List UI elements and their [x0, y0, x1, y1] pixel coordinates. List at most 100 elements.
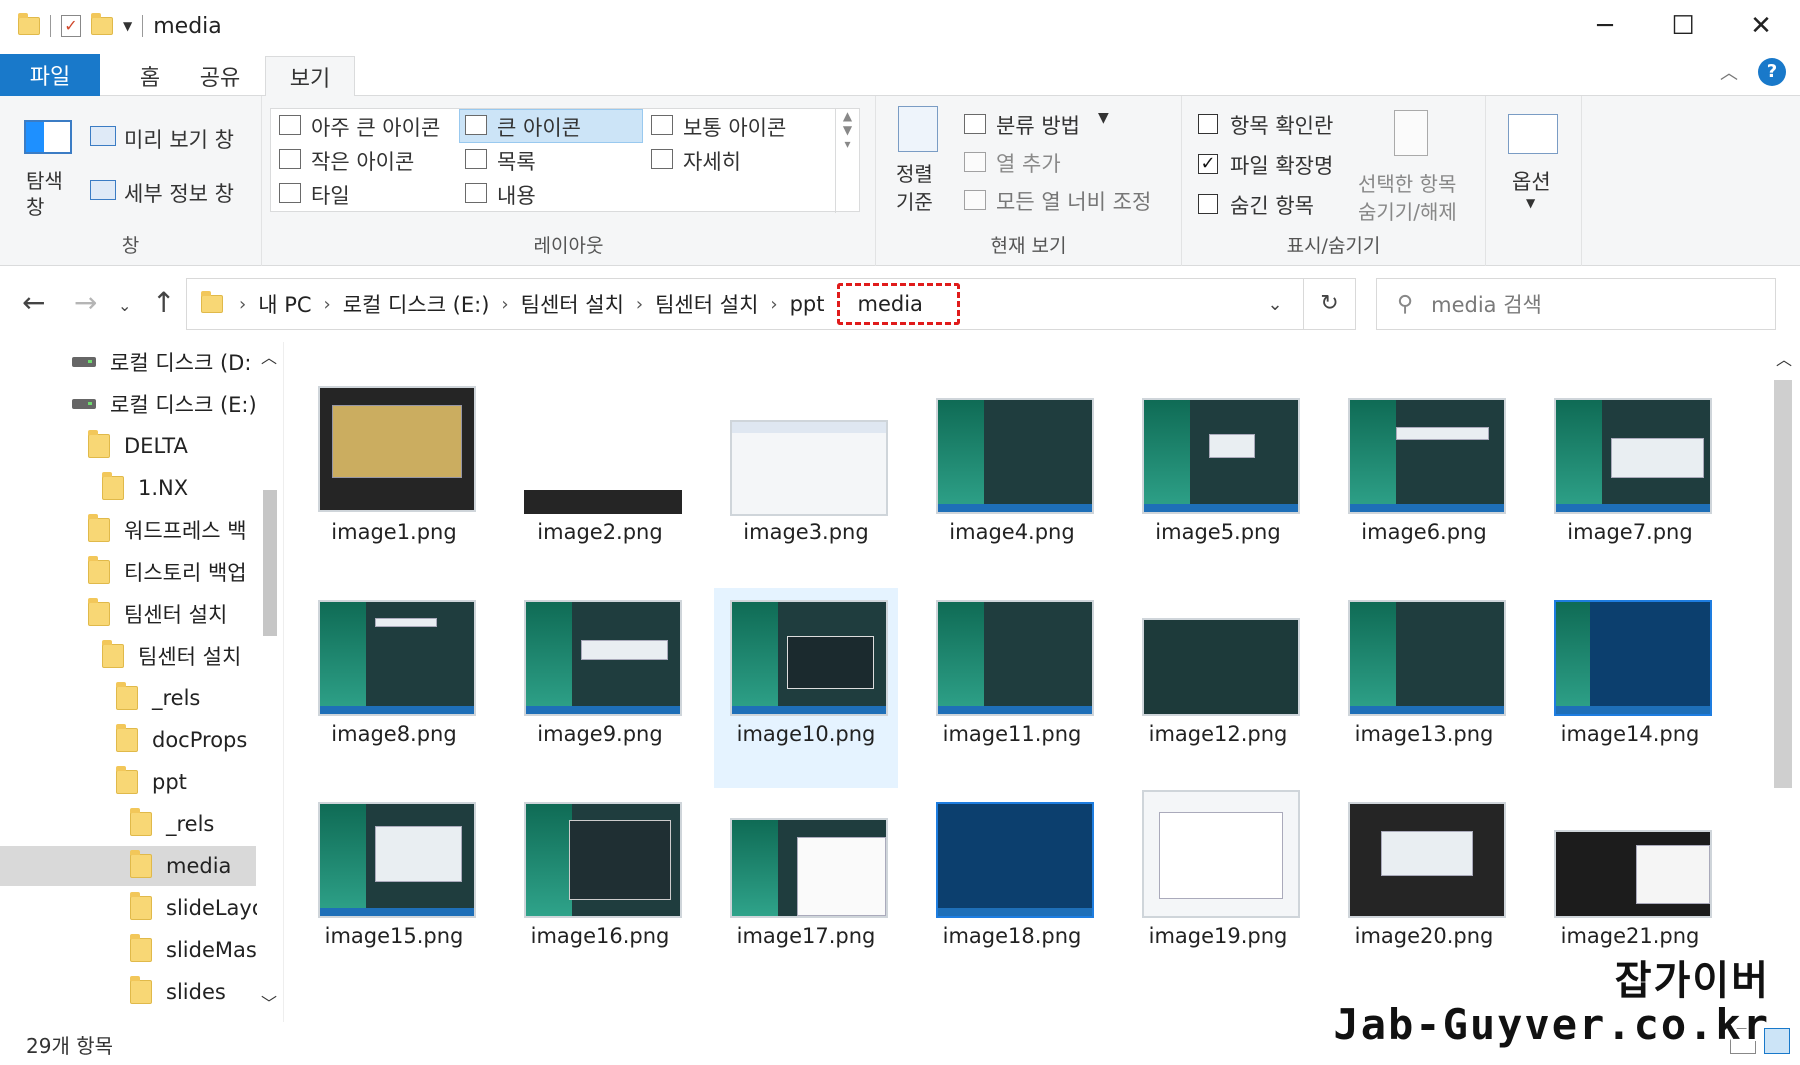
breadcrumb-item[interactable]: 팀센터 설치 — [649, 289, 764, 319]
file-extensions-checkbox[interactable]: ✓ — [1198, 154, 1218, 174]
tree-item-folder[interactable]: _rels — [116, 678, 200, 718]
properties-icon[interactable]: ✓ — [61, 15, 81, 37]
chevron-right-icon[interactable]: › — [495, 294, 514, 315]
tab-share[interactable]: 공유 — [190, 56, 250, 96]
drive-icon — [72, 399, 96, 409]
tree-item-drive-d[interactable]: 로컬 디스크 (D: — [72, 342, 251, 382]
content-scrollbar[interactable]: ︿ — [1770, 342, 1796, 942]
close-button[interactable]: ✕ — [1722, 0, 1800, 52]
navigation-pane-icon[interactable] — [24, 120, 72, 154]
file-tile[interactable]: image15.png — [302, 790, 486, 990]
hide-selected-label-2[interactable]: 숨기기/해제 — [1358, 196, 1457, 225]
hidden-items-checkbox[interactable] — [1198, 194, 1218, 214]
file-tile[interactable]: image13.png — [1332, 588, 1516, 788]
tree-item-folder[interactable]: 팀센터 설치 — [88, 594, 227, 634]
file-tile[interactable]: image1.png — [302, 386, 486, 586]
sidebar-scrollbar[interactable]: ︿ ﹀ — [257, 342, 283, 1022]
breadcrumb-item[interactable]: 내 PC — [252, 289, 317, 319]
tree-item-folder[interactable]: slideMaste — [130, 930, 278, 970]
layout-content[interactable]: 내용 — [497, 180, 536, 210]
customize-toolbar-icon[interactable]: ▼ — [123, 19, 132, 33]
breadcrumb-item[interactable]: ppt — [784, 292, 831, 316]
group-by-button[interactable]: 분류 방법 — [996, 110, 1080, 140]
address-dropdown-icon[interactable]: ⌄ — [1247, 294, 1303, 315]
breadcrumb-item[interactable]: 로컬 디스크 (E:) — [337, 289, 496, 319]
tree-item-folder[interactable]: 팀센터 설치 — [102, 636, 241, 676]
details-pane-button[interactable]: 세부 정보 창 — [124, 178, 234, 208]
navigation-pane-button[interactable]: 탐색 창 — [26, 168, 63, 220]
file-tile[interactable]: image18.png — [920, 790, 1104, 990]
chevron-right-icon[interactable]: › — [764, 294, 783, 315]
options-button[interactable]: 옵션 — [1512, 166, 1551, 196]
tree-item-folder[interactable]: 티스토리 백업 — [88, 552, 247, 592]
file-tile[interactable]: image14.png — [1538, 588, 1722, 788]
maximize-button[interactable]: ☐ — [1644, 0, 1722, 52]
refresh-icon[interactable]: ↻ — [1303, 279, 1355, 329]
tree-item-label: 워드프레스 백 — [124, 519, 247, 543]
layout-medium-icons[interactable]: 보통 아이콘 — [683, 112, 786, 142]
up-button[interactable]: ↑ — [152, 286, 175, 319]
add-columns-button[interactable]: 열 추가 — [996, 148, 1061, 178]
file-tile[interactable]: image3.png — [714, 386, 898, 586]
minimize-button[interactable]: ─ — [1566, 0, 1644, 52]
chevron-right-icon[interactable]: › — [318, 294, 337, 315]
layout-tiles[interactable]: 타일 — [311, 180, 350, 210]
layout-extra-large-icons[interactable]: 아주 큰 아이콘 — [311, 112, 440, 142]
file-tile[interactable]: image4.png — [920, 386, 1104, 586]
search-box[interactable]: ⚲ media 검색 — [1376, 278, 1776, 330]
forward-button[interactable]: → — [74, 286, 97, 319]
file-tile[interactable]: image16.png — [508, 790, 692, 990]
layout-large-icons[interactable]: 큰 아이콘 — [497, 112, 581, 142]
breadcrumb-item[interactable]: 팀센터 설치 — [515, 289, 630, 319]
size-columns-button[interactable]: 모든 열 너비 조정 — [996, 186, 1151, 216]
file-tile[interactable]: image17.png — [714, 790, 898, 990]
layout-gallery-scroll[interactable]: ▲ ▼ ▾ — [835, 109, 859, 213]
collapse-ribbon-icon[interactable]: ︿ — [1720, 59, 1738, 85]
options-icon — [1508, 114, 1558, 154]
file-tile[interactable]: image5.png — [1126, 386, 1310, 586]
file-tile[interactable]: image2.png — [508, 386, 692, 586]
tab-file[interactable]: 파일 — [0, 54, 100, 96]
tree-item-folder[interactable]: 워드프레스 백 — [88, 510, 247, 550]
file-tile[interactable]: image6.png — [1332, 386, 1516, 586]
item-checkboxes-checkbox[interactable] — [1198, 114, 1218, 134]
tab-view[interactable]: 보기 — [265, 56, 355, 97]
file-tile[interactable]: image11.png — [920, 588, 1104, 788]
tree-item-folder[interactable]: slideLayou — [130, 888, 278, 928]
file-tile[interactable]: image7.png — [1538, 386, 1722, 586]
scroll-up-icon[interactable]: ︿ — [1776, 346, 1792, 370]
address-bar[interactable]: › 내 PC › 로컬 디스크 (E:) › 팀센터 설치 › 팀센터 설치 ›… — [186, 278, 1356, 330]
preview-pane-button[interactable]: 미리 보기 창 — [124, 124, 234, 154]
new-folder-icon[interactable] — [91, 13, 113, 35]
tree-item-folder[interactable]: _rels — [130, 804, 214, 844]
tree-item-folder[interactable]: docProps — [116, 720, 247, 760]
file-tile[interactable]: image19.png — [1126, 790, 1310, 990]
hide-selected-label-1[interactable]: 선택한 항목 — [1358, 168, 1456, 197]
tree-item-media-selected[interactable]: media — [0, 846, 256, 886]
file-tile-selected[interactable]: image10.png — [714, 588, 898, 788]
breadcrumb-current[interactable]: media — [836, 283, 960, 325]
tree-item-folder[interactable]: slides — [130, 972, 226, 1012]
tree-item-folder[interactable]: 1.NX — [102, 468, 188, 508]
back-button[interactable]: ← — [22, 286, 45, 319]
scroll-down-icon[interactable]: ﹀ — [261, 990, 277, 1014]
tab-home[interactable]: 홈 — [120, 56, 180, 96]
help-icon[interactable]: ? — [1758, 58, 1786, 86]
scroll-up-icon[interactable]: ︿ — [261, 344, 277, 368]
image-thumbnail — [936, 398, 1094, 514]
layout-small-icons[interactable]: 작은 아이콘 — [311, 146, 414, 176]
recent-locations-button[interactable]: ⌄ — [118, 296, 131, 315]
scrollbar-thumb[interactable] — [1774, 380, 1792, 788]
file-tile[interactable]: image8.png — [302, 588, 486, 788]
tree-item-drive-e[interactable]: 로컬 디스크 (E:) — [72, 384, 257, 424]
tree-item-folder[interactable]: DELTA — [88, 426, 188, 466]
scrollbar-thumb[interactable] — [263, 490, 277, 636]
tree-item-folder[interactable]: ppt — [116, 762, 187, 802]
chevron-right-icon[interactable]: › — [630, 294, 649, 315]
layout-details[interactable]: 자세히 — [683, 146, 741, 176]
chevron-right-icon[interactable]: › — [233, 294, 252, 315]
file-tile[interactable]: image9.png — [508, 588, 692, 788]
file-tile[interactable]: image12.png — [1126, 588, 1310, 788]
layout-list[interactable]: 목록 — [497, 146, 536, 176]
sort-by-button[interactable]: 정렬 기준 — [896, 160, 933, 216]
